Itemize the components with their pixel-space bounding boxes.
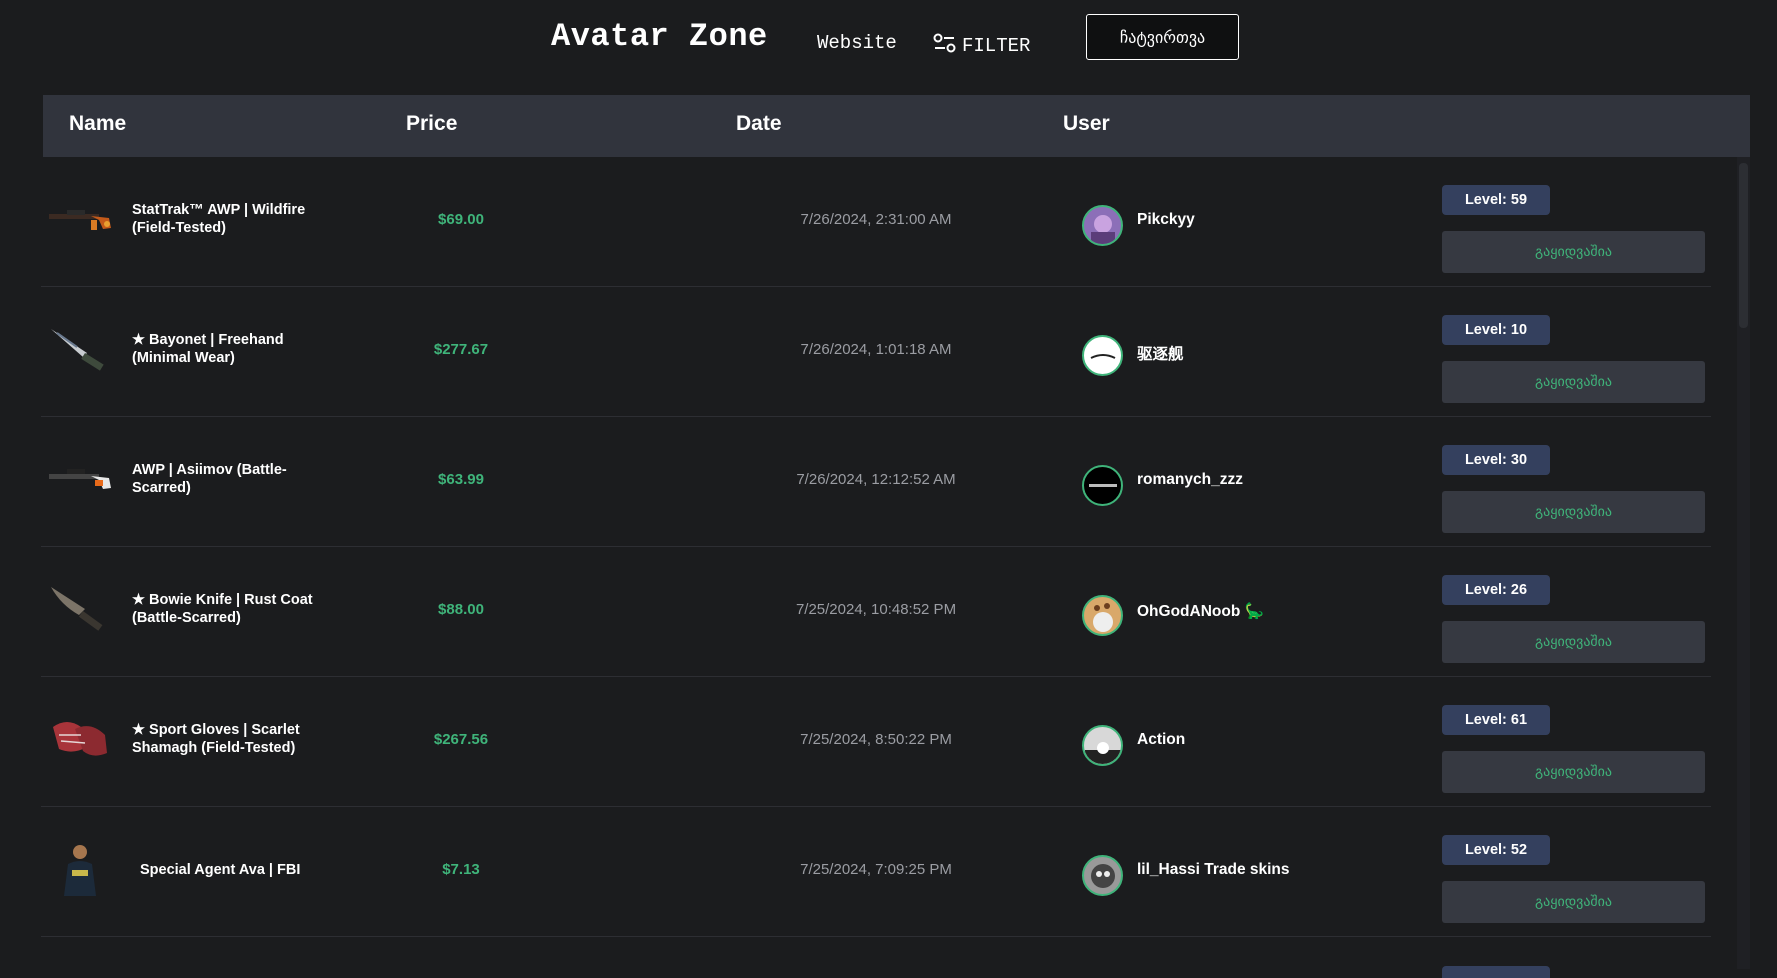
column-header-price[interactable]: Price — [406, 112, 457, 136]
item-name: ★ Sport Gloves | Scarlet Shamagh (Field-… — [132, 722, 300, 756]
listing-date: 7/25/2024, 7:09:25 PM — [800, 861, 952, 878]
bowie-knife-icon — [47, 575, 113, 641]
avatar[interactable] — [1082, 595, 1123, 636]
table-row[interactable]: ★ Bowie Knife | Rust Coat (Battle-Scarre… — [41, 547, 1711, 677]
table-row[interactable]: AWP | Asiimov (Battle-Scarred) $63.99 7/… — [41, 417, 1711, 547]
column-header-user[interactable]: User — [1063, 112, 1110, 136]
filter-label: FILTER — [962, 35, 1031, 57]
table-row[interactable]: ★ Sport Gloves | Scarlet Shamagh (Field-… — [41, 677, 1711, 807]
buy-button[interactable]: გაყიდვაშია — [1442, 361, 1705, 403]
brand-logo[interactable]: Avatar Zone — [551, 18, 768, 55]
username[interactable]: romanych_zzz — [1137, 471, 1243, 489]
level-badge: Level: 26 — [1442, 575, 1550, 605]
avatar[interactable] — [1082, 855, 1123, 896]
buy-button[interactable]: გაყიდვაშია — [1442, 751, 1705, 793]
scrollbar-thumb[interactable] — [1739, 163, 1748, 328]
avatar[interactable] — [1082, 205, 1123, 246]
listing-date: 7/26/2024, 1:01:18 AM — [800, 341, 952, 358]
buy-button[interactable]: გაყიდვაშია — [1442, 621, 1705, 663]
avatar[interactable] — [1082, 725, 1123, 766]
buy-button[interactable]: გაყიდვაშია — [1442, 231, 1705, 273]
listing-date: 7/26/2024, 2:31:00 AM — [800, 211, 952, 228]
website-link[interactable]: Website — [817, 32, 897, 54]
level-badge: Level: 59 — [1442, 185, 1550, 215]
avatar[interactable] — [1082, 465, 1123, 506]
table-row[interactable]: ★ Bayonet | Freehand (Minimal Wear) $277… — [41, 287, 1711, 417]
item-name: StatTrak™ AWP | Wildfire (Field-Tested) — [132, 202, 306, 236]
bayonet-knife-icon — [47, 315, 113, 381]
top-navigation: Avatar Zone Website FILTER ჩატვირთვა — [0, 0, 1777, 94]
gloves-icon — [47, 705, 113, 771]
listing-table-body: StatTrak™ AWP | Wildfire (Field-Tested) … — [41, 157, 1711, 969]
item-price: $277.67 — [433, 341, 489, 358]
next-row-level-badge — [1442, 966, 1550, 978]
table-row[interactable]: Special Agent Ava | FBI $7.13 7/25/2024,… — [41, 807, 1711, 937]
level-badge: Level: 30 — [1442, 445, 1550, 475]
item-price: $7.13 — [442, 861, 480, 878]
item-name: ★ Bayonet | Freehand (Minimal Wear) — [132, 332, 284, 366]
login-button[interactable]: ჩატვირთვა — [1086, 14, 1239, 60]
item-price: $69.00 — [438, 211, 484, 228]
level-badge: Level: 61 — [1442, 705, 1550, 735]
filter-sliders-icon — [932, 30, 958, 62]
item-name: Special Agent Ava | FBI — [140, 862, 301, 878]
username[interactable]: Pikckyy — [1137, 211, 1195, 229]
username[interactable]: 驱逐舰 — [1137, 342, 1184, 364]
avatar[interactable] — [1082, 335, 1123, 376]
level-badge: Level: 10 — [1442, 315, 1550, 345]
filter-button[interactable]: FILTER — [932, 30, 1030, 62]
column-header-name[interactable]: Name — [69, 112, 126, 136]
username[interactable]: lil_Hassi Trade skins — [1137, 861, 1290, 879]
username[interactable]: Action — [1137, 731, 1185, 749]
awp-rifle-icon — [47, 445, 113, 511]
buy-button[interactable]: გაყიდვაშია — [1442, 881, 1705, 923]
listing-date: 7/26/2024, 12:12:52 AM — [796, 471, 956, 488]
level-badge: Level: 52 — [1442, 835, 1550, 865]
listing-date: 7/25/2024, 10:48:52 PM — [795, 601, 957, 618]
item-name: AWP | Asiimov (Battle-Scarred) — [132, 462, 287, 496]
item-name: ★ Bowie Knife | Rust Coat (Battle-Scarre… — [132, 592, 313, 626]
username[interactable]: OhGodANoob 🦕 — [1137, 602, 1264, 621]
listing-date: 7/25/2024, 8:50:22 PM — [800, 731, 952, 748]
agent-icon — [47, 835, 113, 901]
item-price: $63.99 — [438, 471, 484, 488]
item-price: $88.00 — [438, 601, 484, 618]
table-scrollbar[interactable] — [1737, 157, 1750, 969]
column-header-date[interactable]: Date — [736, 112, 782, 136]
buy-button[interactable]: გაყიდვაშია — [1442, 491, 1705, 533]
awp-rifle-icon — [47, 185, 113, 251]
table-row[interactable]: StatTrak™ AWP | Wildfire (Field-Tested) … — [41, 157, 1711, 287]
table-header: Name Price Date User — [43, 95, 1750, 157]
item-price: $267.56 — [433, 731, 489, 748]
